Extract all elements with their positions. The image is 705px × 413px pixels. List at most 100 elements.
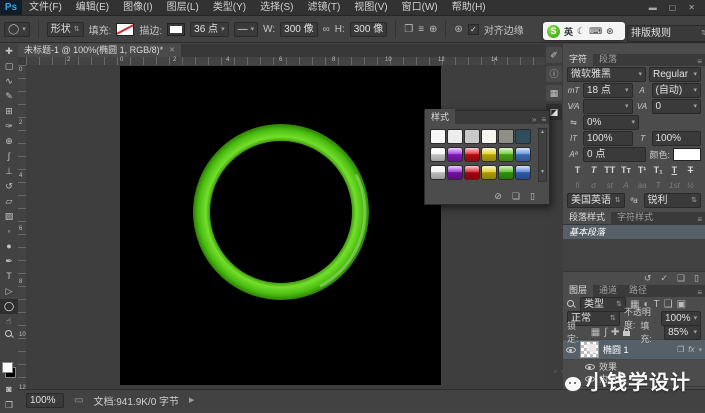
tab-paragraph[interactable]: 段落 bbox=[593, 51, 623, 66]
collapse-panel-icon[interactable]: » bbox=[532, 115, 539, 124]
status-expand-icon[interactable]: ▶ bbox=[189, 396, 194, 404]
layer-row-ellipse1[interactable]: 椭圆 1 ❐ fx ▾ bbox=[563, 339, 705, 360]
delete-style-icon[interactable]: ▯ bbox=[694, 273, 699, 284]
swatches-panel-icon[interactable]: ▦ bbox=[546, 85, 562, 101]
horizontal-scale-field[interactable]: 100% bbox=[652, 131, 702, 146]
menu-type[interactable]: 类型(Y) bbox=[206, 0, 253, 15]
path-arrange-icon[interactable]: ⊕ bbox=[429, 24, 437, 35]
lock-position-icon[interactable]: ✚ bbox=[611, 327, 619, 338]
maximize-icon[interactable]: ▢ bbox=[669, 3, 677, 12]
crop-tool[interactable]: ⊞ bbox=[0, 104, 18, 119]
tab-character-styles[interactable]: 字符样式 bbox=[611, 209, 659, 224]
styles-scrollbar[interactable]: ▲ ▼ bbox=[538, 128, 547, 182]
move-tool[interactable]: ✚ bbox=[0, 44, 18, 59]
gear-icon[interactable]: ⊛ bbox=[454, 24, 462, 35]
link-dimensions-icon[interactable]: ∞ bbox=[323, 24, 330, 35]
gradient-tool[interactable]: ▨ bbox=[0, 209, 18, 224]
style-swatch[interactable] bbox=[481, 147, 497, 162]
swash-t-button[interactable]: T bbox=[652, 180, 665, 191]
style-swatch[interactable] bbox=[464, 165, 480, 180]
minimize-icon[interactable]: ▬ bbox=[649, 3, 657, 12]
ellipse-tool[interactable]: ◯ bbox=[0, 299, 18, 314]
dodge-tool[interactable]: ● bbox=[0, 239, 18, 254]
underline-button[interactable]: T bbox=[668, 164, 681, 176]
foreground-background-swatches[interactable] bbox=[2, 362, 16, 378]
baseline-shift-field[interactable]: 0 点 bbox=[583, 147, 646, 162]
collapse-effects-icon[interactable]: ▾ bbox=[698, 346, 702, 354]
menu-window[interactable]: 窗口(W) bbox=[395, 0, 445, 15]
style-swatch[interactable] bbox=[430, 165, 446, 180]
ime-fullhalf-icon[interactable]: ☾ bbox=[577, 26, 585, 37]
layer-name[interactable]: 椭圆 1 bbox=[603, 343, 629, 356]
style-swatch[interactable] bbox=[464, 129, 480, 144]
scroll-up-icon[interactable]: ▲ bbox=[539, 129, 546, 135]
hand-tool[interactable]: ☝ bbox=[0, 314, 18, 329]
pen-tool[interactable]: ✒ bbox=[0, 254, 18, 269]
tab-close-icon[interactable]: ✕ bbox=[169, 44, 175, 57]
font-family-select[interactable]: 微软雅黑▾ bbox=[567, 67, 646, 82]
font-style-select[interactable]: Regular▾ bbox=[649, 67, 701, 82]
delete-style-icon[interactable]: ▯ bbox=[530, 191, 535, 202]
style-swatch[interactable] bbox=[430, 147, 446, 162]
menu-layer[interactable]: 图层(L) bbox=[160, 0, 206, 15]
new-style-icon[interactable]: ❏ bbox=[512, 191, 520, 202]
eyedropper-tool[interactable]: ✑ bbox=[0, 119, 18, 134]
healing-brush-tool[interactable]: ⊕ bbox=[0, 134, 18, 149]
panel-menu-icon[interactable]: ≡ bbox=[697, 57, 705, 66]
style-swatch[interactable] bbox=[447, 129, 463, 144]
layer-filter-kind-select[interactable]: 类型⇅ bbox=[580, 297, 626, 312]
menu-help[interactable]: 帮助(H) bbox=[445, 0, 493, 15]
fractions-button[interactable]: ½ bbox=[684, 180, 697, 191]
faux-bold-button[interactable]: T bbox=[571, 164, 584, 176]
tab-styles[interactable]: 样式 bbox=[425, 109, 455, 124]
path-alignment-icon[interactable]: ≡ bbox=[418, 24, 424, 35]
style-swatch[interactable] bbox=[481, 165, 497, 180]
tab-paths[interactable]: 路径 bbox=[623, 282, 653, 297]
stroke-swatch[interactable] bbox=[167, 23, 185, 36]
small-caps-button[interactable]: Tᴛ bbox=[619, 164, 632, 176]
layer-thumbnail[interactable] bbox=[580, 341, 599, 358]
layer-style-badge-icon[interactable]: ❐ bbox=[677, 345, 684, 354]
tab-character[interactable]: 字符 bbox=[563, 51, 593, 66]
lock-transparency-icon[interactable]: ▦ bbox=[591, 327, 600, 338]
style-swatch[interactable] bbox=[464, 147, 480, 162]
clear-style-icon[interactable]: ⊘ bbox=[494, 191, 502, 202]
clone-stamp-tool[interactable]: ⊥ bbox=[0, 164, 18, 179]
subscript-button[interactable]: T₁ bbox=[652, 164, 665, 176]
style-swatch[interactable] bbox=[498, 165, 514, 180]
stylistic-alternates-button[interactable]: st bbox=[603, 180, 616, 191]
opacity-field[interactable]: 100%▾ bbox=[661, 311, 701, 326]
tab-channels[interactable]: 通道 bbox=[593, 282, 623, 297]
height-field[interactable]: 300 像 bbox=[350, 22, 387, 37]
antialias-select[interactable]: 锐利⇅ bbox=[644, 193, 702, 208]
faux-italic-button[interactable]: T bbox=[587, 164, 600, 176]
tool-mode-select[interactable]: 形状 ⇅ bbox=[47, 22, 84, 37]
type-tool[interactable]: T bbox=[0, 269, 18, 284]
tool-preset-picker[interactable]: ◯ ▾ bbox=[4, 22, 30, 37]
style-swatch[interactable] bbox=[447, 165, 463, 180]
style-swatch[interactable] bbox=[515, 129, 531, 144]
tracking-field[interactable]: 0▾ bbox=[652, 99, 702, 114]
zoom-tool[interactable] bbox=[0, 329, 18, 344]
ime-settings-icon[interactable]: ⊛ bbox=[606, 26, 614, 37]
language-select[interactable]: 美国英语⇅ bbox=[567, 193, 625, 208]
menu-image[interactable]: 图像(I) bbox=[116, 0, 159, 15]
clear-override-icon[interactable]: ✓ bbox=[660, 273, 668, 284]
menu-filter[interactable]: 滤镜(T) bbox=[301, 0, 348, 15]
lock-pixels-icon[interactable]: ∫ bbox=[604, 327, 607, 338]
lasso-tool[interactable]: ∿ bbox=[0, 74, 18, 89]
menu-edit[interactable]: 编辑(E) bbox=[69, 0, 116, 15]
superscript-button[interactable]: T¹ bbox=[636, 164, 649, 176]
brush-presets-panel-icon[interactable]: ✐ bbox=[546, 47, 562, 63]
new-style-icon[interactable]: ❏ bbox=[677, 273, 685, 284]
ime-language-toggle[interactable]: 英 bbox=[564, 25, 573, 38]
eraser-tool[interactable]: ▱ bbox=[0, 194, 18, 209]
menu-select[interactable]: 选择(S) bbox=[253, 0, 300, 15]
ordinals-button[interactable]: 1st bbox=[668, 180, 681, 191]
quick-mask-button[interactable]: ◙ bbox=[0, 382, 18, 397]
history-brush-tool[interactable]: ↺ bbox=[0, 179, 18, 194]
fill-opacity-field[interactable]: 85%▾ bbox=[664, 325, 701, 340]
all-caps-button[interactable]: TT bbox=[603, 164, 616, 176]
tab-paragraph-styles[interactable]: 段落样式 bbox=[563, 209, 611, 224]
ligatures-button[interactable]: fi bbox=[571, 180, 584, 191]
